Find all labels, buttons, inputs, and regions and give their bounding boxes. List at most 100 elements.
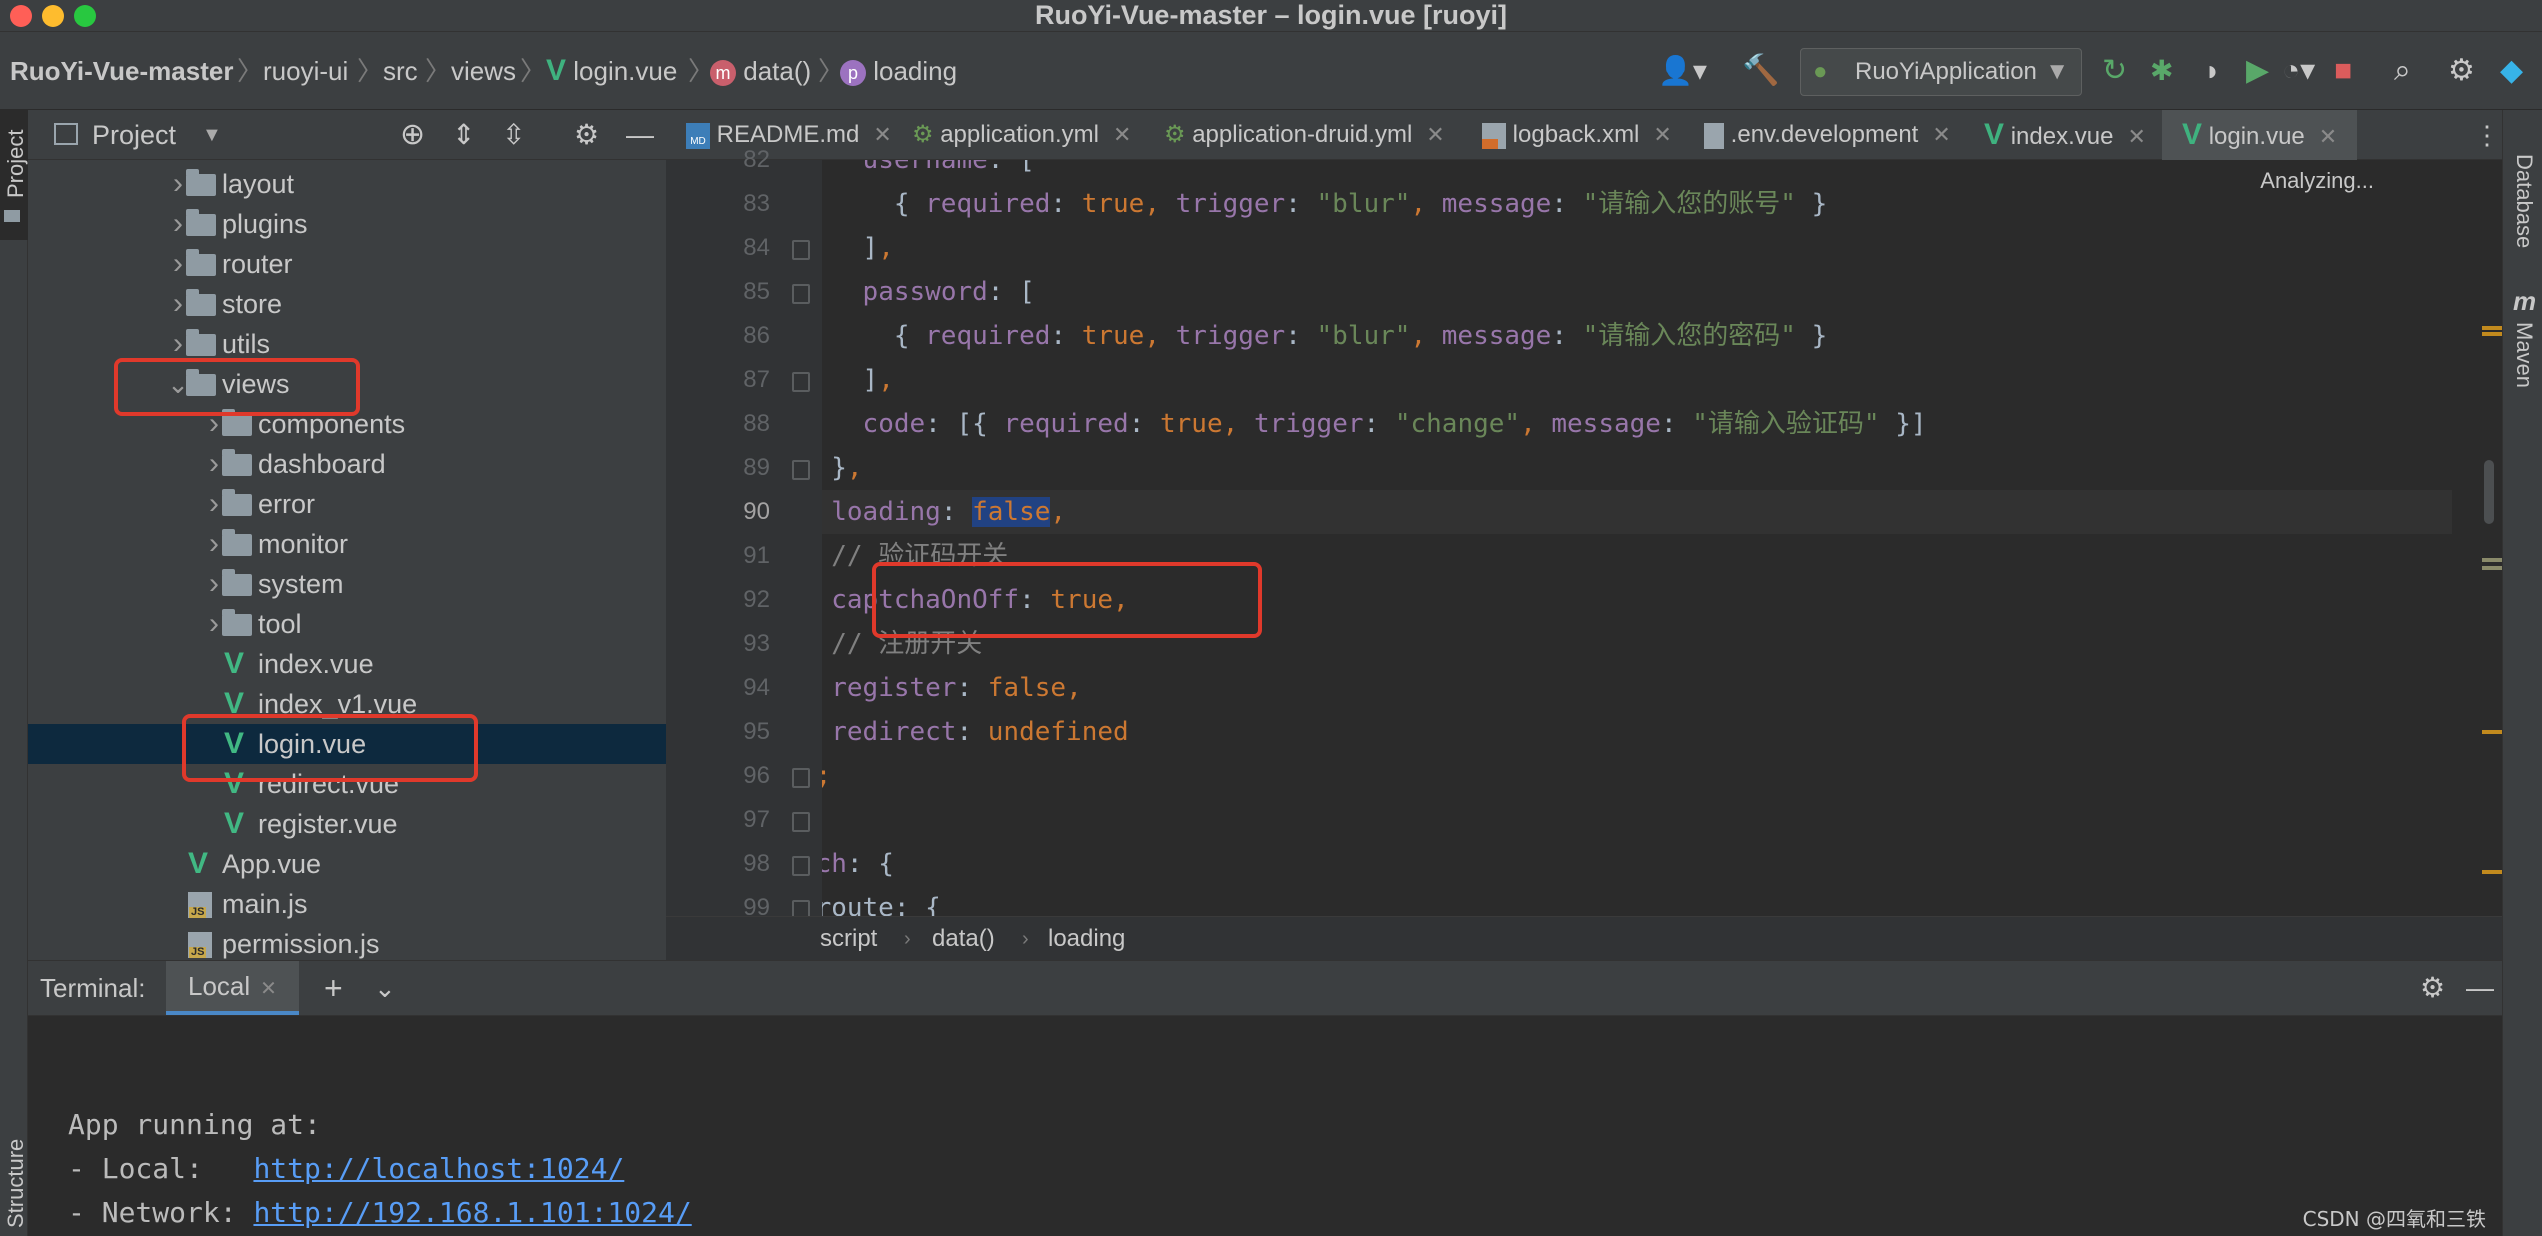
panel-settings-gear-icon[interactable]: ⚙: [574, 110, 599, 160]
terminal-line: - Network: http://192.168.1.101:1024/: [68, 1196, 692, 1229]
structure-tool-tab[interactable]: Structure: [3, 1139, 29, 1228]
user-icon[interactable]: 👤▾: [1658, 32, 1707, 110]
tree-item-register-vue[interactable]: Vregister.vue: [28, 804, 666, 844]
spring-icon: ●: [1813, 58, 1828, 85]
hide-terminal-icon[interactable]: —: [2466, 961, 2494, 1015]
editor-breadcrumb-script[interactable]: script: [820, 917, 877, 961]
tree-item-permission-js[interactable]: JS permission.js: [28, 924, 666, 960]
close-tab-icon[interactable]: ✕: [1932, 122, 1950, 147]
run-with-profiler-icon[interactable]: ▶: [2246, 32, 2269, 110]
tree-item-plugins[interactable]: › plugins: [28, 204, 666, 244]
tree-item-app-vue[interactable]: V App.vue: [28, 844, 666, 884]
scrollbar-thumb[interactable]: [2484, 460, 2494, 524]
terminal-output[interactable]: App running at: - Local: http://localhos…: [28, 1016, 2502, 1236]
folder-icon: [4, 210, 20, 222]
tree-item-error[interactable]: › error: [28, 484, 666, 524]
maven-tool-tab[interactable]: Maven: [2511, 322, 2537, 388]
tree-item-layout[interactable]: › layout: [28, 164, 666, 204]
tree-item-monitor[interactable]: › monitor: [28, 524, 666, 564]
fold-marker-icon[interactable]: [792, 460, 810, 480]
close-tab-icon[interactable]: ✕: [1113, 122, 1131, 147]
tree-item-dashboard[interactable]: › dashboard: [28, 444, 666, 484]
terminal-tab-local[interactable]: Local ✕: [166, 961, 299, 1015]
tree-item-tool[interactable]: › tool: [28, 604, 666, 644]
fold-marker-icon[interactable]: [792, 768, 810, 788]
occurrence-marker[interactable]: [2482, 558, 2502, 562]
search-icon[interactable]: ⌕: [2394, 32, 2411, 110]
text-file-icon: [1704, 122, 1724, 149]
debug-icon[interactable]: ✱: [2150, 32, 2173, 110]
local-url-link[interactable]: http://localhost:1024/: [253, 1152, 624, 1185]
more-run-actions-icon[interactable]: ◔▾: [2282, 32, 2315, 110]
rerun-icon[interactable]: ↻: [2102, 32, 2127, 110]
close-tab-icon[interactable]: ✕: [260, 978, 277, 1000]
warning-marker[interactable]: [2482, 332, 2502, 336]
tree-item-store[interactable]: › store: [28, 284, 666, 324]
terminal-settings-gear-icon[interactable]: ⚙: [2420, 961, 2445, 1015]
breadcrumb-method[interactable]: m data(): [710, 32, 811, 110]
build-hammer-icon[interactable]: 🔨: [1742, 32, 1779, 110]
breadcrumb-views[interactable]: views: [451, 32, 516, 110]
close-tab-icon[interactable]: ✕: [2127, 124, 2145, 149]
close-tab-icon[interactable]: ✕: [873, 122, 891, 147]
tab-logback-xml[interactable]: logback.xml ✕: [1482, 110, 1672, 160]
stop-icon[interactable]: ■: [2334, 32, 2352, 110]
run-configuration-select[interactable]: ● RuoYiApplication ▼: [1800, 48, 2082, 96]
chevron-down-icon[interactable]: ▼: [202, 110, 222, 160]
tree-item-index-vue[interactable]: Vindex.vue: [28, 644, 666, 684]
project-panel-title[interactable]: Project: [92, 110, 176, 160]
breadcrumb-module[interactable]: ruoyi-ui: [263, 32, 348, 110]
expand-all-icon[interactable]: ⇕: [452, 110, 475, 160]
close-tab-icon[interactable]: ✕: [1653, 122, 1671, 147]
occurrence-marker[interactable]: [2482, 566, 2502, 570]
warning-marker[interactable]: [2482, 326, 2502, 330]
terminal-header: Terminal: Local ✕ + ⌄ ⚙ —: [28, 960, 2502, 1016]
line-number: 88: [743, 410, 770, 437]
window-title: RuoYi-Vue-master – login.vue [ruoyi]: [1034, 0, 1508, 30]
editor-scrollbar[interactable]: [2476, 160, 2502, 916]
tree-item-router[interactable]: › router: [28, 244, 666, 284]
breadcrumb-file[interactable]: V login.vue: [546, 32, 677, 110]
locate-target-icon[interactable]: ⊕: [400, 110, 425, 160]
new-terminal-plus-icon[interactable]: +: [324, 961, 343, 1015]
breadcrumb-property[interactable]: p loading: [840, 32, 957, 110]
code-editor[interactable]: Analyzing... username: [ { required: tru…: [822, 160, 2502, 916]
warning-marker[interactable]: [2482, 730, 2502, 734]
run-configuration-label: RuoYiApplication: [1855, 58, 2037, 85]
tree-item-main-js[interactable]: JS main.js: [28, 884, 666, 924]
line-number: 96: [743, 762, 770, 789]
breadcrumb-src[interactable]: src: [383, 32, 418, 110]
editor-breadcrumb-loading[interactable]: loading: [1048, 917, 1125, 961]
collapse-all-icon[interactable]: ⇳: [502, 110, 525, 160]
chevron-right-icon: 〉: [237, 56, 264, 86]
tab-application-yml[interactable]: ⚙ application.yml ✕: [912, 110, 1131, 160]
hide-panel-icon[interactable]: —: [626, 110, 654, 160]
warning-marker[interactable]: [2482, 870, 2502, 874]
toolbox-icon[interactable]: ◆: [2500, 32, 2523, 110]
tab-index-vue[interactable]: V index.vue ✕: [1984, 110, 2146, 160]
fold-marker-icon[interactable]: [792, 240, 810, 260]
fold-marker-icon[interactable]: [792, 372, 810, 392]
folder-icon: [186, 289, 216, 316]
close-tab-icon[interactable]: ✕: [2319, 124, 2337, 149]
tab-login-vue[interactable]: V login.vue ✕: [2162, 110, 2358, 164]
tab-application-druid-yml[interactable]: ⚙ application-druid.yml ✕: [1164, 110, 1445, 160]
folder-icon: [186, 209, 216, 236]
fold-marker-icon[interactable]: [792, 284, 810, 304]
project-tool-tab[interactable]: Project: [0, 110, 28, 240]
more-tabs-icon[interactable]: ⋮: [2474, 110, 2500, 160]
settings-gear-icon[interactable]: ⚙: [2448, 32, 2475, 110]
breadcrumb-project[interactable]: RuoYi-Vue-master: [10, 32, 233, 110]
close-tab-icon[interactable]: ✕: [1426, 122, 1444, 147]
editor-breadcrumb-data[interactable]: data(): [932, 917, 995, 961]
database-tool-tab[interactable]: Database: [2511, 154, 2537, 248]
tree-item-system[interactable]: › system: [28, 564, 666, 604]
fold-marker-icon[interactable]: [792, 856, 810, 876]
coverage-icon[interactable]: ◗: [2204, 32, 2221, 110]
tree-item-label: store: [222, 289, 283, 319]
fold-marker-icon[interactable]: [792, 812, 810, 832]
chevron-down-icon[interactable]: ⌄: [374, 961, 396, 1015]
network-url-link[interactable]: http://192.168.1.101:1024/: [253, 1196, 691, 1229]
code-line: redirect: undefined: [831, 717, 1129, 747]
tab-env-development[interactable]: .env.development ✕: [1704, 110, 1951, 160]
